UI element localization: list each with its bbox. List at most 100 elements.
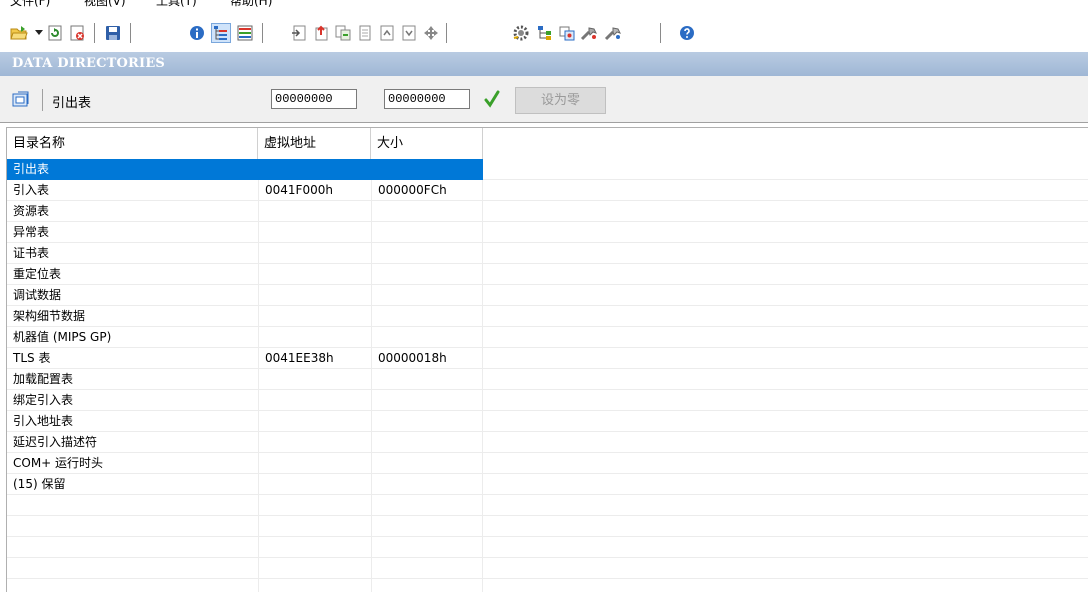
cell-size [371,453,483,474]
table-row[interactable]: 重定位表 [7,264,1088,285]
rva-input[interactable] [271,89,357,109]
toolbar-separator [94,23,95,43]
cell-directory-name: COM+ 运行时头 [13,456,104,470]
cell-virtual-address [258,306,371,327]
cell-directory-name [7,495,258,516]
toolbar-separator [262,23,263,43]
table-row[interactable]: (15) 保留 [7,474,1088,495]
toolbar [0,14,1088,52]
structure-icon[interactable] [536,24,554,42]
import-icon[interactable] [290,24,308,42]
refresh-icon[interactable] [46,24,64,42]
cell-virtual-address [258,285,371,306]
cell-size [371,474,483,495]
cell-directory-name: 证书表 [13,246,50,260]
directory-name-label: 引出表 [52,96,92,111]
table-row[interactable]: 加载配置表 [7,369,1088,390]
cell-size [371,306,483,327]
cell-directory-name: 加载配置表 [13,372,74,386]
table-row[interactable]: 资源表 [7,201,1088,222]
page-down-icon[interactable] [400,24,418,42]
menu-help[interactable]: 帮助(H) [230,0,272,10]
table-row[interactable]: 架构细节数据 [7,306,1088,327]
toolbar-separator [446,23,447,43]
cell-directory-name: 引出表 [7,159,258,180]
cell-virtual-address [258,495,371,516]
close-file-icon[interactable] [68,24,86,42]
set-zero-button[interactable]: 设为零 [515,87,606,114]
table-row[interactable]: 证书表 [7,243,1088,264]
cell-size [371,537,483,558]
table-row[interactable]: 调试数据 [7,285,1088,306]
table-row[interactable]: 绑定引入表 [7,390,1088,411]
export-icon[interactable] [312,24,330,42]
cell-directory-name: 资源表 [13,204,50,218]
cell-virtual-address [258,474,371,495]
cell-virtual-address [258,558,371,579]
toolbar-separator [660,23,661,43]
resource-icon[interactable] [558,24,576,42]
cell-directory-name: 架构细节数据 [13,309,86,323]
table-row[interactable]: TLS 表 0041EE38h 00000018h [7,348,1088,369]
cell-size [371,327,483,348]
toolbar-separator [130,23,131,43]
open-folder-icon[interactable] [10,24,28,42]
table-row[interactable] [7,579,1088,592]
cell-directory-name: (15) 保留 [13,477,66,491]
compare-icon[interactable] [334,24,352,42]
cell-size [371,159,483,180]
table-row[interactable]: 机器值 (MIPS GP) [7,327,1088,348]
tools-alt-icon[interactable] [604,24,622,42]
table-view-icon[interactable] [236,24,254,42]
cell-directory-name [7,537,258,558]
save-icon[interactable] [104,24,122,42]
cell-size [371,243,483,264]
help-icon[interactable] [678,24,696,42]
cell-virtual-address [258,159,371,180]
info-icon[interactable] [188,24,206,42]
cell-size [371,495,483,516]
menu-view[interactable]: 视图(V) [84,0,126,10]
cell-virtual-address [258,243,371,264]
cell-size [371,558,483,579]
table-row[interactable]: 引出表 [7,159,1088,180]
cell-directory-name: 绑定引入表 [13,393,74,407]
cell-virtual-address: 0041F000h [258,180,371,201]
column-header-size[interactable]: 大小 [371,128,483,159]
table-row[interactable] [7,495,1088,516]
cell-directory-name: TLS 表 [13,351,51,365]
table-row[interactable] [7,516,1088,537]
menu-file[interactable]: 文件(F) [10,0,50,10]
page-up-icon[interactable] [378,24,396,42]
size-input[interactable] [384,89,470,109]
apply-check-icon[interactable] [484,89,500,111]
table-row[interactable]: 引入地址表 [7,411,1088,432]
settings-gear-icon[interactable] [512,24,530,42]
cell-virtual-address [258,390,371,411]
column-header-rva[interactable]: 虚拟地址 [258,128,371,159]
data-directories-table: 目录名称 虚拟地址 大小 引出表引入表 0041F000h 000000FCh 资源表… [6,127,1088,592]
tree-view-icon[interactable] [211,23,231,43]
table-row[interactable]: 异常表 [7,222,1088,243]
navigate-icon[interactable] [422,24,440,42]
cell-virtual-address [258,201,371,222]
table-row[interactable]: 引入表 0041F000h 000000FCh [7,180,1088,201]
menu-tools[interactable]: 工具(T) [156,0,197,10]
column-header-name[interactable]: 目录名称 [7,128,258,159]
menu-bar: 文件(F) 视图(V) 工具(T) 帮助(H) [0,0,1088,10]
page-icon[interactable] [356,24,374,42]
cell-size: 000000FCh [371,180,483,201]
table-row[interactable] [7,558,1088,579]
table-row[interactable] [7,537,1088,558]
cell-virtual-address [258,453,371,474]
cell-size: 00000018h [371,348,483,369]
cell-directory-name: 异常表 [13,225,50,239]
cell-virtual-address: 0041EE38h [258,348,371,369]
tools-icon[interactable] [580,24,598,42]
cell-directory-name [7,579,258,592]
cell-directory-name: 引入表 [13,183,50,197]
edit-separator [42,89,43,111]
table-row[interactable]: COM+ 运行时头 [7,453,1088,474]
table-row[interactable]: 延迟引入描述符 [7,432,1088,453]
cell-directory-name: 引入地址表 [13,414,74,428]
